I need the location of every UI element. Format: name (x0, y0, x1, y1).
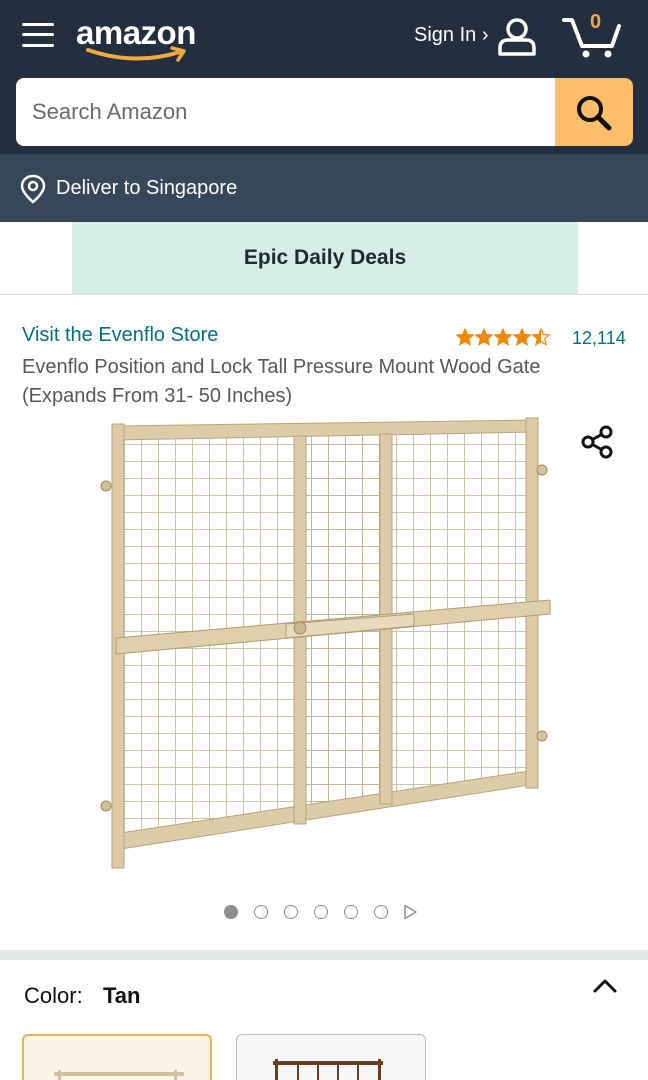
deliver-to-bar[interactable]: Deliver to Singapore (0, 154, 648, 222)
search-input[interactable] (16, 78, 556, 146)
carousel-dot[interactable] (314, 905, 328, 919)
color-value: Tan (103, 983, 141, 1008)
carousel-dot[interactable] (284, 905, 298, 919)
location-pin-icon (20, 174, 46, 204)
epic-daily-deals-banner[interactable]: Epic Daily Deals (72, 222, 578, 294)
swatch-tan-thumbnail (54, 1070, 184, 1080)
top-nav-bar: amazon Sign In › 0 (0, 0, 648, 78)
search-icon (577, 96, 612, 131)
star-icon (456, 327, 475, 346)
star-icon (474, 327, 494, 346)
product-image[interactable] (90, 410, 560, 880)
logo-smile-icon (86, 46, 186, 62)
carousel-dot[interactable] (254, 905, 268, 919)
deliver-location-text: Deliver to Singapore (56, 177, 238, 199)
search-bar (0, 78, 648, 154)
image-carousel-dots (220, 902, 430, 922)
color-label: Color: (24, 983, 83, 1008)
carousel-dot[interactable] (224, 905, 238, 919)
deals-label: Epic Daily Deals (243, 246, 407, 269)
star-icon (512, 327, 532, 346)
chevron-up-icon[interactable] (592, 976, 618, 996)
hamburger-menu-icon[interactable] (22, 20, 54, 50)
swatch-dark-thumbnail (273, 1059, 383, 1080)
carousel-dot[interactable] (344, 905, 358, 919)
star-icon (531, 327, 551, 346)
share-icon[interactable] (580, 424, 616, 460)
divider (0, 294, 648, 295)
carousel-dot[interactable] (374, 905, 388, 919)
star-rating[interactable] (456, 326, 556, 348)
wood-gate-image (100, 417, 551, 869)
user-icon[interactable] (496, 16, 538, 58)
color-swatch-dark[interactable] (236, 1034, 426, 1080)
amazon-logo[interactable]: amazon (76, 12, 206, 62)
section-divider (0, 950, 648, 960)
cart-count-badge: 0 (590, 11, 602, 33)
color-swatch-tan[interactable] (22, 1034, 212, 1080)
sign-in-link[interactable]: Sign In › (414, 24, 488, 47)
cart-button[interactable]: 0 (562, 11, 624, 62)
store-link[interactable]: Visit the Evenflo Store (22, 324, 218, 347)
rating-count[interactable]: 12,114 (572, 328, 626, 349)
search-button[interactable] (555, 78, 633, 146)
product-title: Evenflo Position and Lock Tall Pressure … (22, 356, 541, 407)
star-icon (493, 327, 513, 346)
play-next-icon[interactable] (402, 904, 418, 920)
